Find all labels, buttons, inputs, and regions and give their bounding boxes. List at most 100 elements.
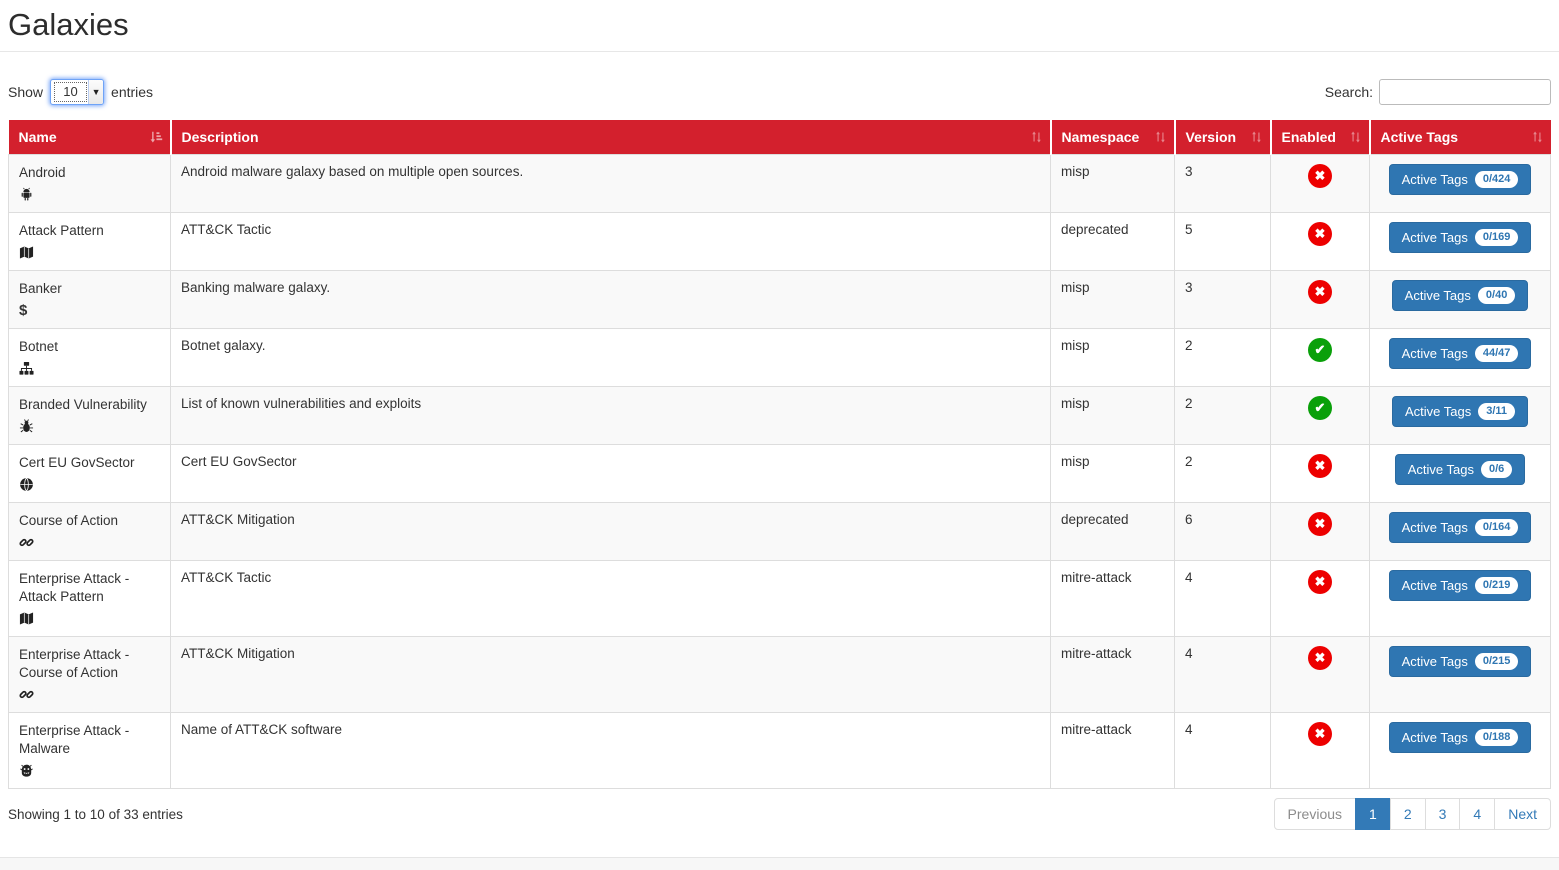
active-tags-button-label: Active Tags: [1402, 172, 1468, 188]
active-tags-button-label: Active Tags: [1402, 346, 1468, 362]
active-tags-count-badge: 0/219: [1475, 577, 1519, 594]
active-tags-cell: Active Tags 0/6: [1370, 445, 1551, 503]
pagination-previous[interactable]: Previous: [1274, 798, 1356, 830]
column-header-namespace[interactable]: Namespace: [1051, 120, 1175, 155]
galaxy-namespace: misp: [1061, 454, 1090, 469]
galaxy-namespace: deprecated: [1061, 222, 1129, 237]
galaxy-namespace: misp: [1061, 280, 1090, 295]
description-cell: Name of ATT&CK software: [171, 713, 1051, 789]
enabled-cell: ✖: [1271, 213, 1370, 271]
map-icon: [19, 611, 160, 627]
namespace-cell: misp: [1051, 155, 1175, 213]
galaxy-version: 5: [1185, 222, 1193, 237]
sitemap-icon: [19, 361, 160, 377]
galaxy-namespace: misp: [1061, 396, 1090, 411]
bug-icon: [19, 419, 160, 435]
galaxy-name: Course of Action: [19, 512, 160, 530]
active-tags-count-badge: 3/11: [1478, 403, 1515, 420]
description-cell: ATT&CK Tactic: [171, 213, 1051, 271]
active-tags-button[interactable]: Active Tags 0/40: [1392, 280, 1529, 311]
active-tags-count-badge: 0/6: [1481, 461, 1512, 478]
galaxy-namespace: mitre-attack: [1061, 646, 1132, 661]
active-tags-cell: Active Tags 0/164: [1370, 503, 1551, 561]
enabled-cell: ✖: [1271, 713, 1370, 789]
active-tags-count-badge: 0/169: [1475, 229, 1519, 246]
column-header-label: Name: [19, 129, 57, 145]
length-menu-show-label: Show: [8, 84, 43, 100]
monster-icon: [19, 763, 160, 779]
description-cell: List of known vulnerabilities and exploi…: [171, 387, 1051, 445]
active-tags-button[interactable]: Active Tags 3/11: [1392, 396, 1528, 427]
pagination-next[interactable]: Next: [1494, 798, 1551, 830]
column-header-version[interactable]: Version: [1175, 120, 1271, 155]
disabled-cross-icon: ✖: [1308, 164, 1332, 188]
active-tags-cell: Active Tags 44/47: [1370, 329, 1551, 387]
namespace-cell: misp: [1051, 387, 1175, 445]
length-menu-entries-label: entries: [111, 84, 153, 100]
table-row: Android Android malware galaxy based on …: [9, 155, 1551, 213]
name-cell: Android: [9, 155, 171, 213]
column-header-name[interactable]: Name: [9, 120, 171, 155]
active-tags-cell: Active Tags 0/424: [1370, 155, 1551, 213]
active-tags-button[interactable]: Active Tags 44/47: [1389, 338, 1532, 369]
galaxy-description: Android malware galaxy based on multiple…: [181, 164, 523, 179]
column-header-active-tags[interactable]: Active Tags: [1370, 120, 1551, 155]
galaxy-version: 4: [1185, 570, 1193, 585]
active-tags-button[interactable]: Active Tags 0/215: [1389, 646, 1532, 677]
galaxy-version: 2: [1185, 454, 1193, 469]
name-cell: Enterprise Attack - Malware: [9, 713, 171, 789]
disabled-cross-icon: ✖: [1308, 512, 1332, 536]
entries-info: Showing 1 to 10 of 33 entries: [8, 798, 183, 822]
enabled-cell: ✔: [1271, 387, 1370, 445]
active-tags-button[interactable]: Active Tags 0/188: [1389, 722, 1532, 753]
galaxy-version: 3: [1185, 164, 1193, 179]
active-tags-button[interactable]: Active Tags 0/6: [1395, 454, 1526, 485]
pagination-3[interactable]: 3: [1425, 798, 1461, 830]
active-tags-button-label: Active Tags: [1405, 404, 1471, 420]
footer-bar: [0, 857, 1559, 870]
column-header-enabled[interactable]: Enabled: [1271, 120, 1370, 155]
pagination-4[interactable]: 4: [1459, 798, 1495, 830]
version-cell: 4: [1175, 713, 1271, 789]
galaxy-description: ATT&CK Mitigation: [181, 646, 295, 661]
active-tags-button-label: Active Tags: [1408, 462, 1474, 478]
pagination-2[interactable]: 2: [1390, 798, 1426, 830]
pagination: Previous1234Next: [1274, 798, 1551, 830]
namespace-cell: mitre-attack: [1051, 637, 1175, 713]
galaxy-namespace: deprecated: [1061, 512, 1129, 527]
column-header-label: Active Tags: [1381, 129, 1459, 145]
active-tags-button[interactable]: Active Tags 0/164: [1389, 512, 1532, 543]
galaxy-name: Botnet: [19, 338, 160, 356]
column-header-description[interactable]: Description: [171, 120, 1051, 155]
enabled-cell: ✖: [1271, 271, 1370, 329]
name-cell: Enterprise Attack - Attack Pattern: [9, 561, 171, 637]
search-label: Search:: [1325, 84, 1373, 100]
galaxy-namespace: mitre-attack: [1061, 722, 1132, 737]
column-header-label: Enabled: [1282, 129, 1336, 145]
android-icon: [19, 187, 160, 203]
search-input[interactable]: [1379, 79, 1551, 105]
namespace-cell: misp: [1051, 271, 1175, 329]
table-row: Branded Vulnerability List of known vuln…: [9, 387, 1551, 445]
version-cell: 2: [1175, 387, 1271, 445]
pagination-1[interactable]: 1: [1355, 798, 1391, 830]
galaxy-name: Branded Vulnerability: [19, 396, 160, 414]
active-tags-button[interactable]: Active Tags 0/219: [1389, 570, 1532, 601]
version-cell: 3: [1175, 155, 1271, 213]
name-cell: Branded Vulnerability: [9, 387, 171, 445]
name-cell: Enterprise Attack - Course of Action: [9, 637, 171, 713]
galaxy-description: ATT&CK Mitigation: [181, 512, 295, 527]
namespace-cell: misp: [1051, 445, 1175, 503]
active-tags-button[interactable]: Active Tags 0/424: [1389, 164, 1532, 195]
active-tags-cell: Active Tags 0/40: [1370, 271, 1551, 329]
description-cell: Botnet galaxy.: [171, 329, 1051, 387]
description-cell: ATT&CK Tactic: [171, 561, 1051, 637]
galaxies-table: Name Description Namespace Version Enabl…: [8, 120, 1551, 789]
version-cell: 3: [1175, 271, 1271, 329]
galaxy-namespace: misp: [1061, 164, 1090, 179]
active-tags-button[interactable]: Active Tags 0/169: [1389, 222, 1532, 253]
map-icon: [19, 245, 160, 261]
page-length-select[interactable]: 10 ▼: [50, 79, 104, 105]
galaxy-description: Banking malware galaxy.: [181, 280, 330, 295]
chevron-down-icon: ▼: [88, 80, 103, 104]
